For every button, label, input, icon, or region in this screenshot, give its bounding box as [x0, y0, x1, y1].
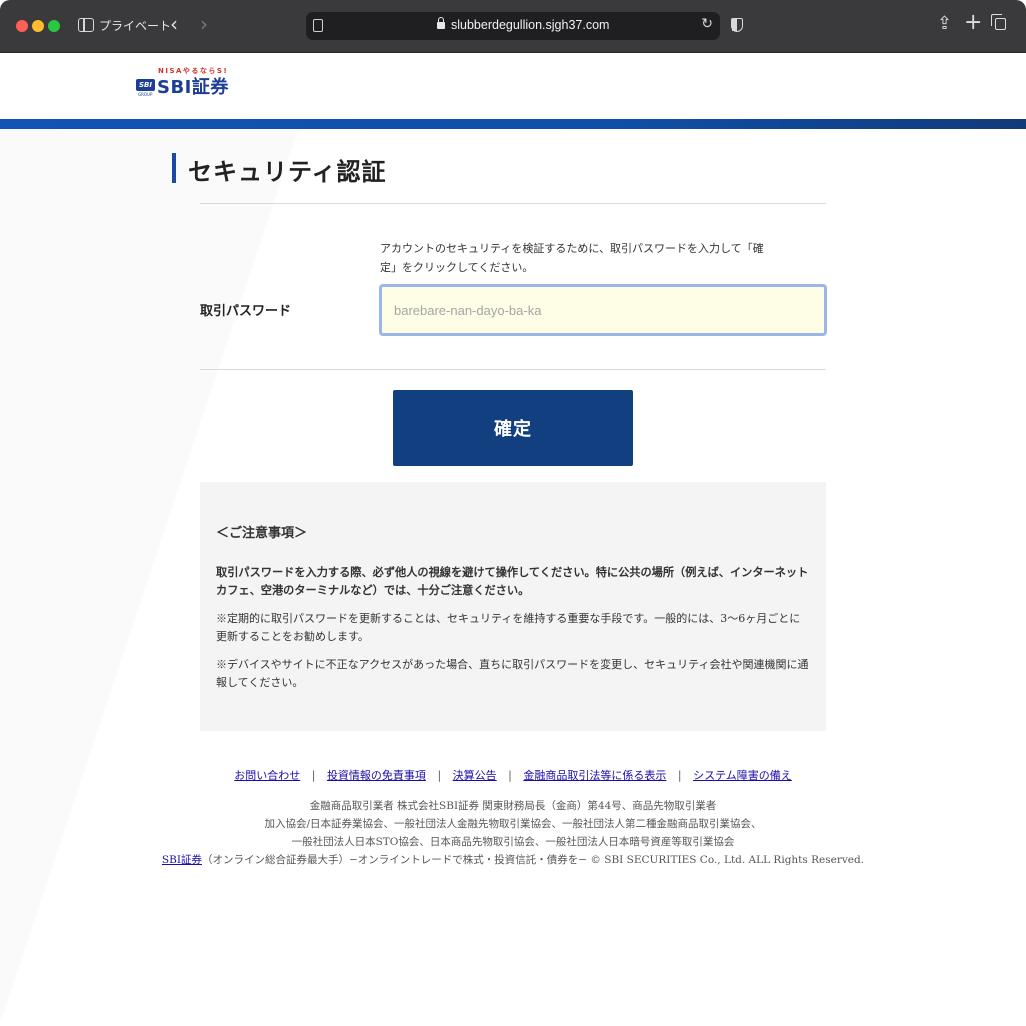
title-accent-bar — [172, 153, 176, 183]
footer-line: 一般社団法人日本STO協会、日本商品先物取引協会、一般社団法人日本暗号資産等取引… — [291, 836, 735, 848]
notice-box: ＜ご注意事項＞ 取引パスワードを入力する際、必ず他人の視線を避けて操作してくださ… — [200, 482, 826, 731]
forward-arrow-icon[interactable]: › — [200, 12, 208, 36]
notice-heading: ＜ご注意事項＞ — [216, 526, 308, 541]
footer-link-legal-display[interactable]: 金融商品取引法等に係る表示 — [523, 769, 666, 782]
divider — [200, 369, 826, 370]
footer-link-disclaimer[interactable]: 投資情報の免責事項 — [327, 769, 426, 782]
page-content: NISAやるならS! SBI GROUP SBI証券 セキュリティ認証 アカウン… — [0, 53, 1026, 1026]
browser-window: プライベート ‹ › slubberdegullion.sjgh37.com ↻… — [0, 0, 1026, 1026]
password-input[interactable] — [379, 284, 827, 336]
link-separator: | — [437, 769, 442, 782]
shield-icon[interactable] — [731, 18, 743, 32]
notice-paragraph: 取引パスワードを入力する際、必ず他人の視線を避けて操作してください。特に公共の場… — [216, 565, 809, 597]
header-color-bar — [0, 119, 1026, 129]
private-browsing-label: プライベート — [99, 19, 172, 33]
link-separator: | — [508, 769, 512, 782]
instructions-text: アカウントのセキュリティを検証するために、取引パスワードを入力して「確定」をクリ… — [380, 242, 764, 274]
tab-overview-icon[interactable] — [991, 14, 1006, 30]
footer-link-contact[interactable]: お問い合わせ — [234, 769, 300, 782]
footer-line: 加入協会/日本証券業協会、一般社団法人金融先物取引業協会、一般社団法人第二種金融… — [264, 818, 762, 830]
address-bar[interactable]: slubberdegullion.sjgh37.com ↻ — [306, 12, 720, 40]
browser-toolbar: プライベート ‹ › slubberdegullion.sjgh37.com ↻… — [0, 0, 1026, 53]
share-icon[interactable]: ⇪ — [937, 13, 952, 34]
page-menu-icon[interactable] — [313, 19, 323, 32]
divider — [200, 203, 826, 204]
copyright-text: （オンライン総合証券最大手）−オンライントレードで株式・投資信託・債券を− © … — [201, 854, 865, 866]
footer-links: お問い合わせ | 投資情報の免責事項 | 決算公告 | 金融商品取引法等に係る表… — [0, 767, 1026, 783]
logo-wordmark: SBI証券 — [157, 77, 229, 98]
lock-icon — [437, 17, 445, 29]
url-text[interactable]: slubberdegullion.sjgh37.com — [451, 18, 609, 32]
new-tab-icon[interactable]: + — [964, 10, 982, 35]
footer-company-info: 金融商品取引業者 株式会社SBI証券 関東財務局長（金商）第44号、商品先物取引… — [0, 797, 1026, 869]
footer-link-sbi[interactable]: SBI証券 — [162, 854, 202, 866]
notice-paragraph: ※定期的に取引パスワードを更新することは、セキュリティを維持する重要な手段です。… — [216, 612, 801, 643]
password-label: 取引パスワード — [200, 304, 292, 319]
close-window-button[interactable] — [16, 20, 28, 32]
minimize-window-button[interactable] — [32, 20, 44, 32]
sidebar-toggle-icon[interactable] — [78, 18, 94, 32]
confirm-button[interactable]: 確定 — [393, 390, 633, 466]
sbi-logo[interactable]: NISAやるならS! SBI GROUP SBI証券 — [136, 66, 256, 100]
page-title: セキュリティ認証 — [188, 157, 387, 186]
zoom-window-button[interactable] — [48, 20, 60, 32]
link-separator: | — [311, 769, 316, 782]
back-arrow-icon[interactable]: ‹ — [170, 12, 178, 36]
logo-badge: SBI — [136, 79, 155, 91]
logo-group-text: GROUP — [138, 92, 153, 97]
notice-paragraph: ※デバイスやサイトに不正なアクセスがあった場合、直ちに取引パスワードを変更し、セ… — [216, 658, 809, 689]
footer-line: 金融商品取引業者 株式会社SBI証券 関東財務局長（金商）第44号、商品先物取引… — [309, 800, 717, 812]
footer-link-system-failure[interactable]: システム障害の備え — [693, 769, 792, 782]
reload-icon[interactable]: ↻ — [701, 16, 713, 32]
footer-link-financial-notice[interactable]: 決算公告 — [453, 769, 497, 782]
link-separator: | — [677, 769, 682, 782]
copyright-line: SBI証券（オンライン総合証券最大手）−オンライントレードで株式・投資信託・債券… — [0, 851, 1026, 869]
